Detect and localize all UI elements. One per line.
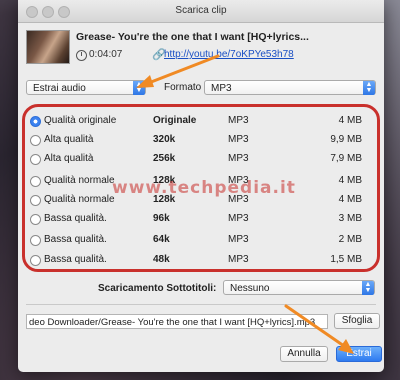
quality-format: MP3 xyxy=(228,134,249,145)
quality-radio[interactable] xyxy=(30,135,41,146)
select-arrows-icon: ▲ ▼ xyxy=(362,281,374,295)
annotation-arrow-icon xyxy=(284,304,354,354)
quality-radio[interactable] xyxy=(30,195,41,206)
subtitles-label: Scaricamento Sottotitoli: xyxy=(98,283,217,294)
quality-option-row[interactable]: Alta qualità 320k MP3 9,9 MB xyxy=(30,131,370,149)
quality-size: 4 MB xyxy=(338,115,362,126)
quality-name: Alta qualità xyxy=(44,134,94,145)
watermark-text: www.techpedia.it xyxy=(112,178,296,198)
download-clip-dialog: Scarica clip Grease- You're the one that… xyxy=(18,0,384,372)
quality-format: MP3 xyxy=(228,234,249,245)
quality-size: 3 MB xyxy=(338,213,362,224)
quality-name: Alta qualità xyxy=(44,153,94,164)
select-arrows-icon: ▲ ▼ xyxy=(363,81,375,95)
quality-radio[interactable] xyxy=(30,154,41,165)
quality-size: 4 MB xyxy=(338,194,362,205)
title-bar: Scarica clip xyxy=(18,0,384,23)
quality-radio[interactable] xyxy=(30,255,41,266)
clip-duration: 0:04:07 xyxy=(89,49,123,60)
quality-bitrate: 48k xyxy=(153,254,170,265)
quality-option-row[interactable]: Bassa qualità. 64k MP3 2 MB xyxy=(30,231,370,249)
quality-option-row[interactable]: Bassa qualità. 48k MP3 1,5 MB xyxy=(30,251,370,269)
quality-format: MP3 xyxy=(228,254,249,265)
quality-size: 2 MB xyxy=(338,234,362,245)
quality-name: Qualità normale xyxy=(44,194,115,205)
quality-option-row[interactable]: Alta qualità 256k MP3 7,9 MB xyxy=(30,150,370,168)
window-title: Scarica clip xyxy=(175,5,227,16)
quality-radio[interactable] xyxy=(30,176,41,187)
quality-bitrate: 64k xyxy=(153,234,170,245)
clock-icon xyxy=(76,50,87,61)
zoom-window-icon[interactable] xyxy=(58,6,70,18)
subtitles-value: Nessuno xyxy=(230,283,270,294)
annotation-arrow-icon xyxy=(136,54,220,88)
clip-title: Grease- You're the one that I want [HQ+l… xyxy=(76,31,309,43)
quality-name: Bassa qualità. xyxy=(44,213,107,224)
quality-option-row[interactable]: Qualità originale Originale MP3 4 MB xyxy=(30,112,370,130)
close-window-icon[interactable] xyxy=(26,6,38,18)
quality-format: MP3 xyxy=(228,213,249,224)
quality-size: 7,9 MB xyxy=(330,153,362,164)
subtitles-select[interactable]: Nessuno ▲ ▼ xyxy=(223,280,375,295)
extraction-mode-value: Estrai audio xyxy=(33,83,86,94)
quality-name: Qualità originale xyxy=(44,115,117,126)
quality-size: 9,9 MB xyxy=(330,134,362,145)
quality-bitrate: 256k xyxy=(153,153,176,164)
quality-bitrate: 96k xyxy=(153,213,170,224)
quality-radio[interactable] xyxy=(30,214,41,225)
minimize-window-icon[interactable] xyxy=(42,6,54,18)
quality-format: MP3 xyxy=(228,115,249,126)
format-select[interactable]: MP3 ▲ ▼ xyxy=(204,80,376,95)
extraction-mode-select[interactable]: Estrai audio ▲ ▼ xyxy=(26,80,146,95)
quality-format: MP3 xyxy=(228,153,249,164)
quality-option-row[interactable]: Bassa qualità. 96k MP3 3 MB xyxy=(30,210,370,228)
video-thumbnail xyxy=(26,30,70,64)
quality-size: 4 MB xyxy=(338,175,362,186)
quality-name: Bassa qualità. xyxy=(44,254,107,265)
quality-name: Bassa qualità. xyxy=(44,234,107,245)
quality-name: Qualità normale xyxy=(44,175,115,186)
quality-size: 1,5 MB xyxy=(330,254,362,265)
quality-bitrate: 320k xyxy=(153,134,176,145)
quality-bitrate: Originale xyxy=(153,115,197,126)
quality-radio[interactable] xyxy=(30,235,41,246)
quality-radio[interactable] xyxy=(30,116,41,127)
